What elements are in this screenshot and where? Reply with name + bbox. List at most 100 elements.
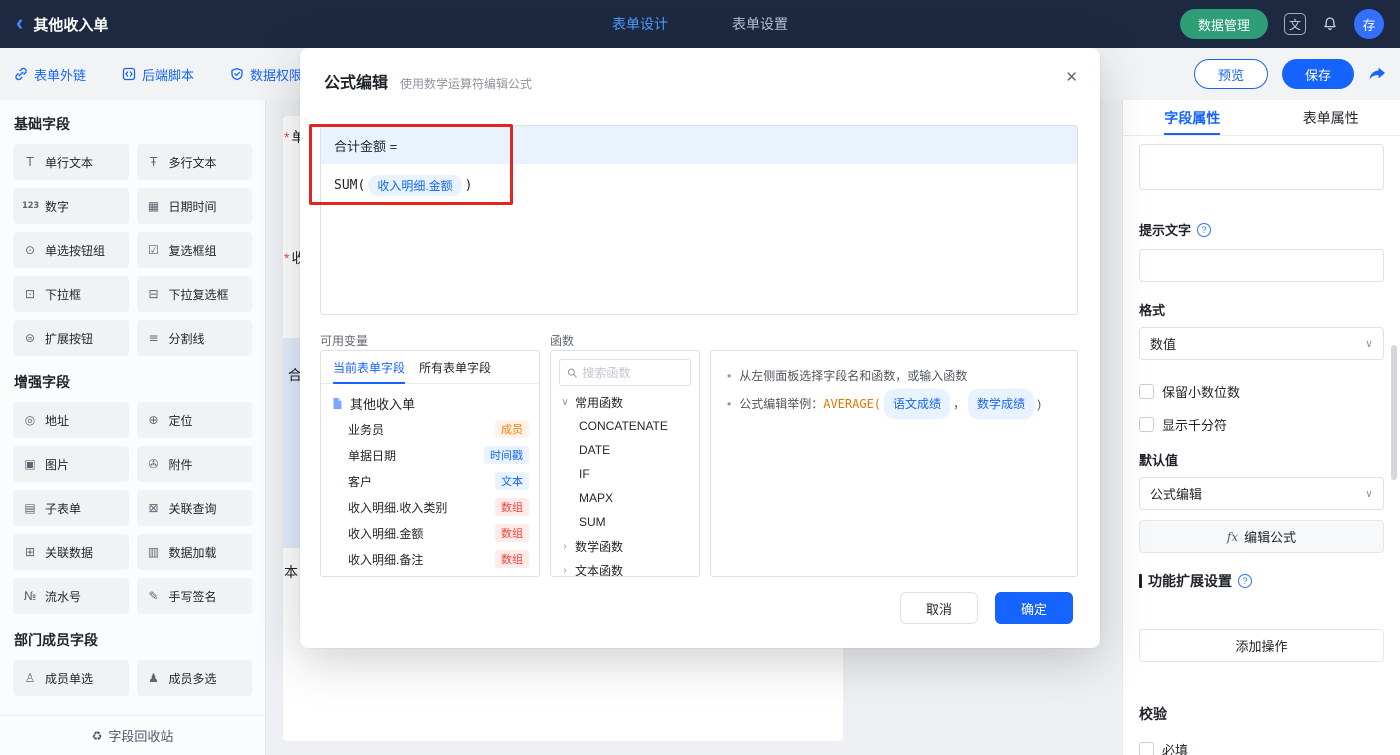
field-attachment[interactable]: ✇ 附件 bbox=[136, 446, 252, 482]
field-address[interactable]: ◎ 地址 bbox=[13, 402, 129, 438]
default-value-label: 默认值 bbox=[1139, 450, 1384, 469]
function-search-input[interactable] bbox=[582, 365, 683, 380]
variable-row[interactable]: 单据日期 时间戳 bbox=[321, 442, 539, 468]
field-location[interactable]: ⊕ 定位 bbox=[136, 402, 252, 438]
variables-tree-root[interactable]: 其他收入单 bbox=[321, 390, 539, 416]
member-multi-icon: ♟ bbox=[148, 671, 159, 685]
tab-field-properties[interactable]: 字段属性 bbox=[1123, 100, 1262, 135]
variable-row[interactable]: 客户 文本 bbox=[321, 468, 539, 494]
required-row: 必填 bbox=[1139, 740, 1384, 755]
add-action-button[interactable]: 添加操作 bbox=[1139, 629, 1384, 662]
field-dropdown-multi[interactable]: ⊟ 下拉复选框 bbox=[136, 276, 252, 312]
fragment-text: 本 bbox=[284, 564, 298, 580]
hint-text-input[interactable] bbox=[1139, 249, 1384, 282]
default-value-select[interactable]: 公式编辑 ∨ bbox=[1139, 477, 1384, 510]
help-question-icon[interactable]: ? bbox=[1238, 574, 1252, 588]
field-checkbox-group[interactable]: ☑ 复选框组 bbox=[136, 232, 252, 268]
button-icon: ⊜ bbox=[24, 331, 36, 345]
subform-icon: ▤ bbox=[24, 501, 36, 515]
bell-icon[interactable] bbox=[1322, 16, 1338, 32]
field-extend-button[interactable]: ⊜ 扩展按钮 bbox=[13, 320, 129, 356]
edit-formula-button[interactable]: fx 编辑公式 bbox=[1139, 520, 1384, 553]
close-icon[interactable]: ✕ bbox=[1065, 68, 1078, 86]
field-related-query[interactable]: ⊠ 关联查询 bbox=[136, 490, 252, 526]
scrollbar-thumb[interactable] bbox=[1391, 345, 1397, 480]
help-line-2: • 公式编辑举例： AVERAGE( 语文成绩 ， 数学成绩 ) bbox=[727, 389, 1061, 419]
back-button[interactable]: ‹ bbox=[16, 11, 23, 34]
function-item-mapx[interactable]: MAPX bbox=[551, 486, 699, 510]
field-data-load[interactable]: ▥ 数据加载 bbox=[136, 534, 252, 570]
tab-form-settings[interactable]: 表单设置 bbox=[732, 14, 788, 34]
number-icon: 123 bbox=[22, 201, 39, 211]
format-select-value: 数值 bbox=[1150, 337, 1177, 352]
preview-button[interactable]: 预览 bbox=[1193, 59, 1268, 89]
field-name-input[interactable] bbox=[1139, 144, 1384, 190]
backend-script-button[interactable]: 后端脚本 bbox=[122, 65, 194, 84]
serial-icon: № bbox=[23, 589, 37, 603]
field-image[interactable]: ▣ 图片 bbox=[13, 446, 129, 482]
required-checkbox[interactable] bbox=[1139, 742, 1154, 755]
function-item-date[interactable]: DATE bbox=[551, 438, 699, 462]
variable-name: 收入明细.金额 bbox=[348, 526, 424, 541]
function-group-text[interactable]: › 文本函数 bbox=[551, 558, 699, 577]
form-external-link-button[interactable]: 表单外链 bbox=[14, 65, 86, 84]
chevron-right-icon: › bbox=[563, 564, 567, 576]
page-title: 其他收入单 bbox=[33, 16, 109, 34]
formula-variable-pill[interactable]: 收入明细.金额 bbox=[368, 175, 462, 196]
field-divider[interactable]: ≡ 分割线 bbox=[136, 320, 252, 356]
field-signature[interactable]: ✎ 手写签名 bbox=[136, 578, 252, 614]
field-label: 附件 bbox=[168, 457, 193, 472]
field-related-data[interactable]: ⊞ 关联数据 bbox=[13, 534, 129, 570]
tab-current-form-fields[interactable]: 当前表单字段 bbox=[333, 351, 406, 384]
formula-expression[interactable]: SUM( 收入明细.金额 ) bbox=[321, 164, 1077, 207]
function-item-if[interactable]: IF bbox=[551, 462, 699, 486]
format-select[interactable]: 数值 ∨ bbox=[1139, 327, 1384, 360]
variable-row[interactable]: 业务员 成员 bbox=[321, 416, 539, 442]
function-item-concatenate[interactable]: CONCATENATE bbox=[551, 414, 699, 438]
cancel-button[interactable]: 取消 bbox=[899, 592, 978, 624]
thousand-separator-checkbox[interactable] bbox=[1139, 417, 1154, 432]
type-tag: 数组 bbox=[495, 524, 529, 542]
confirm-button[interactable]: 确定 bbox=[994, 592, 1073, 624]
tab-form-properties[interactable]: 表单属性 bbox=[1262, 100, 1400, 135]
variable-row[interactable]: 收入明细.收入类别 数组 bbox=[321, 494, 539, 520]
function-item-sum[interactable]: SUM bbox=[551, 510, 699, 534]
save-button[interactable]: 保存 bbox=[1281, 59, 1354, 89]
data-manage-button[interactable]: 数据管理 bbox=[1179, 9, 1268, 39]
variable-row[interactable]: 收入明细.金额 数组 bbox=[321, 520, 539, 546]
format-label-text: 格式 bbox=[1139, 303, 1166, 318]
help-question-icon[interactable]: ? bbox=[1197, 222, 1212, 237]
link-icon bbox=[15, 67, 27, 81]
field-subform[interactable]: ▤ 子表单 bbox=[13, 490, 129, 526]
field-number[interactable]: 123 数字 bbox=[13, 188, 129, 224]
add-action-label: 添加操作 bbox=[1235, 639, 1288, 654]
function-search-box[interactable] bbox=[559, 359, 691, 386]
share-icon[interactable] bbox=[1368, 66, 1386, 82]
field-member-multi[interactable]: ♟ 成员多选 bbox=[136, 660, 252, 696]
member-single-icon: ♙ bbox=[24, 671, 36, 685]
function-group-label: 数学函数 bbox=[575, 539, 624, 554]
field-radio-group[interactable]: ⊙ 单选按钮组 bbox=[13, 232, 129, 268]
functions-panel: ∨ 常用函数 CONCATENATE DATE IF MAPX SUM › 数学… bbox=[550, 350, 700, 577]
formula-editor[interactable]: 合计金额 = SUM( 收入明细.金额 ) bbox=[320, 125, 1078, 315]
field-multi-line-text[interactable]: Ŧ 多行文本 bbox=[136, 144, 252, 180]
field-datetime[interactable]: ▦ 日期时间 bbox=[136, 188, 252, 224]
translate-icon[interactable]: 文 bbox=[1284, 13, 1306, 35]
function-group-common[interactable]: ∨ 常用函数 bbox=[551, 390, 699, 414]
document-icon bbox=[333, 397, 342, 409]
field-dropdown[interactable]: ⊡ 下拉框 bbox=[13, 276, 129, 312]
avatar[interactable]: 存 bbox=[1354, 9, 1384, 39]
function-group-math[interactable]: › 数学函数 bbox=[551, 534, 699, 558]
validation-title: 校验 bbox=[1139, 706, 1167, 722]
variable-row[interactable]: 收入明细.备注 数组 bbox=[321, 546, 539, 572]
field-member-single[interactable]: ♙ 成员单选 bbox=[13, 660, 129, 696]
data-permission-button[interactable]: 数据权限 bbox=[230, 65, 302, 84]
field-single-line-text[interactable]: T 单行文本 bbox=[13, 144, 129, 180]
help-text: 从左侧面板选择字段名和函数，或输入函数 bbox=[739, 369, 968, 383]
field-serial-number[interactable]: № 流水号 bbox=[13, 578, 129, 614]
field-recycle-bin[interactable]: ♻ 字段回收站 bbox=[0, 715, 265, 755]
tab-all-form-fields[interactable]: 所有表单字段 bbox=[419, 351, 491, 383]
keep-decimal-checkbox[interactable] bbox=[1139, 384, 1154, 399]
toolbar-link-label: 表单外链 bbox=[34, 67, 87, 83]
tab-form-design[interactable]: 表单设计 bbox=[612, 14, 668, 34]
